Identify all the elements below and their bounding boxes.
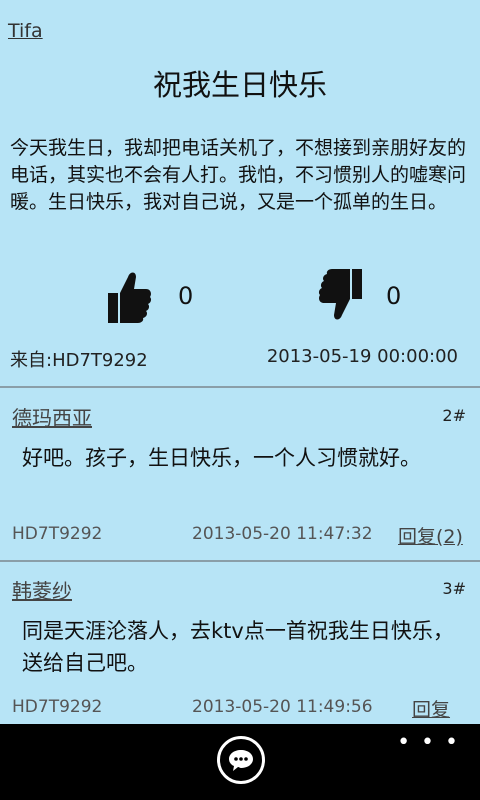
author-link[interactable]: Tifa bbox=[8, 20, 43, 42]
reply-user[interactable]: 德玛西亚 bbox=[12, 402, 92, 431]
thumbs-down-icon bbox=[318, 269, 362, 320]
reply-floor: 2# bbox=[442, 406, 466, 425]
reply-time: 2013-05-20 11:47:32 bbox=[192, 524, 373, 544]
reply-time: 2013-05-20 11:49:56 bbox=[192, 697, 373, 717]
dislike-button[interactable]: 0 bbox=[318, 266, 401, 326]
like-count: 0 bbox=[178, 282, 194, 310]
post-datetime: 2013-05-19 00:00:00 bbox=[266, 346, 458, 367]
post-title: 祝我生日快乐 bbox=[152, 68, 327, 102]
reply-user[interactable]: 韩菱纱 bbox=[12, 575, 72, 604]
reply-device: HD7T9292 bbox=[12, 697, 103, 717]
dislike-count: 0 bbox=[386, 282, 402, 310]
reply-text: 好吧。孩子，生日快乐，一个人习惯就好。 bbox=[22, 446, 421, 470]
post-body: 今天我生日，我却把电话关机了，不想接到亲朋好友的电话，其实也不会有人打。我怕，不… bbox=[10, 137, 467, 213]
more-options-button[interactable]: • • • bbox=[397, 730, 460, 755]
post-meta: 来自:HD7T9292 2013-05-19 00:00:00 bbox=[10, 346, 458, 372]
reply-text: 同是天涯沦落人，去ktv点一首祝我生日快乐，送给自己吧。 bbox=[22, 619, 454, 675]
reply-button[interactable]: 回复 bbox=[412, 695, 450, 722]
divider bbox=[0, 386, 480, 388]
comment-icon bbox=[229, 750, 253, 771]
app-bar: • • • bbox=[0, 724, 480, 800]
post-source: 来自:HD7T9292 bbox=[10, 350, 148, 371]
divider bbox=[0, 560, 480, 562]
reply-item: 德玛西亚 2# 好吧。孩子，生日快乐，一个人习惯就好。 HD7T9292 201… bbox=[0, 390, 480, 558]
reply-item: 韩菱纱 3# 同是天涯沦落人，去ktv点一首祝我生日快乐，送给自己吧。 HD7T… bbox=[0, 563, 480, 725]
like-button[interactable]: 0 bbox=[106, 266, 193, 326]
comment-button[interactable] bbox=[217, 736, 265, 784]
reply-button[interactable]: 回复(2) bbox=[398, 522, 463, 549]
reply-device: HD7T9292 bbox=[12, 524, 103, 544]
thumbs-up-icon bbox=[108, 272, 152, 323]
reply-floor: 3# bbox=[442, 579, 466, 598]
